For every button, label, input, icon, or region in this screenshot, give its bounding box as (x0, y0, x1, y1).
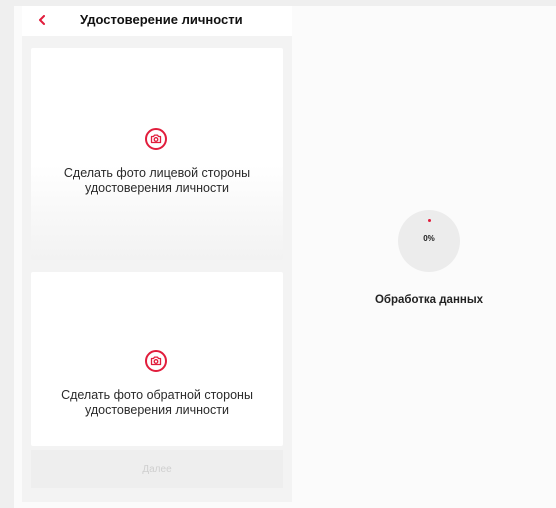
back-button[interactable] (32, 10, 52, 30)
back-photo-text-line1: Сделать фото обратной стороны (61, 388, 253, 402)
progress-indicator-dot (428, 219, 431, 222)
camera-icon (145, 350, 167, 372)
processing-progress: 0% (398, 210, 460, 272)
back-photo-text-line2: удостоверения личности (85, 403, 229, 417)
chevron-left-icon (39, 15, 45, 25)
header: Удостоверение личности (22, 6, 292, 36)
back-photo-card[interactable]: Сделать фото обратной стороны удостовере… (31, 272, 283, 446)
front-photo-text-line1: Сделать фото лицевой стороны (63, 166, 251, 180)
front-photo-text-line2: удостоверения личности (85, 181, 229, 195)
camera-icon (145, 128, 167, 150)
front-photo-card[interactable]: Сделать фото лицевой стороны удостоверен… (31, 48, 283, 260)
page-title: Удостоверение личности (80, 12, 243, 27)
window-left-edge (0, 0, 14, 508)
back-photo-text: Сделать фото обратной стороны удостовере… (31, 388, 283, 418)
front-photo-text: Сделать фото лицевой стороны удостоверен… (31, 166, 283, 196)
page: Удостоверение личности Сделать фото лице… (0, 0, 556, 508)
progress-percent: 0% (423, 234, 435, 243)
processing-label: Обработка данных (374, 294, 484, 306)
next-button[interactable]: Далее (31, 450, 283, 488)
id-capture-screen: Удостоверение личности Сделать фото лице… (22, 6, 292, 502)
